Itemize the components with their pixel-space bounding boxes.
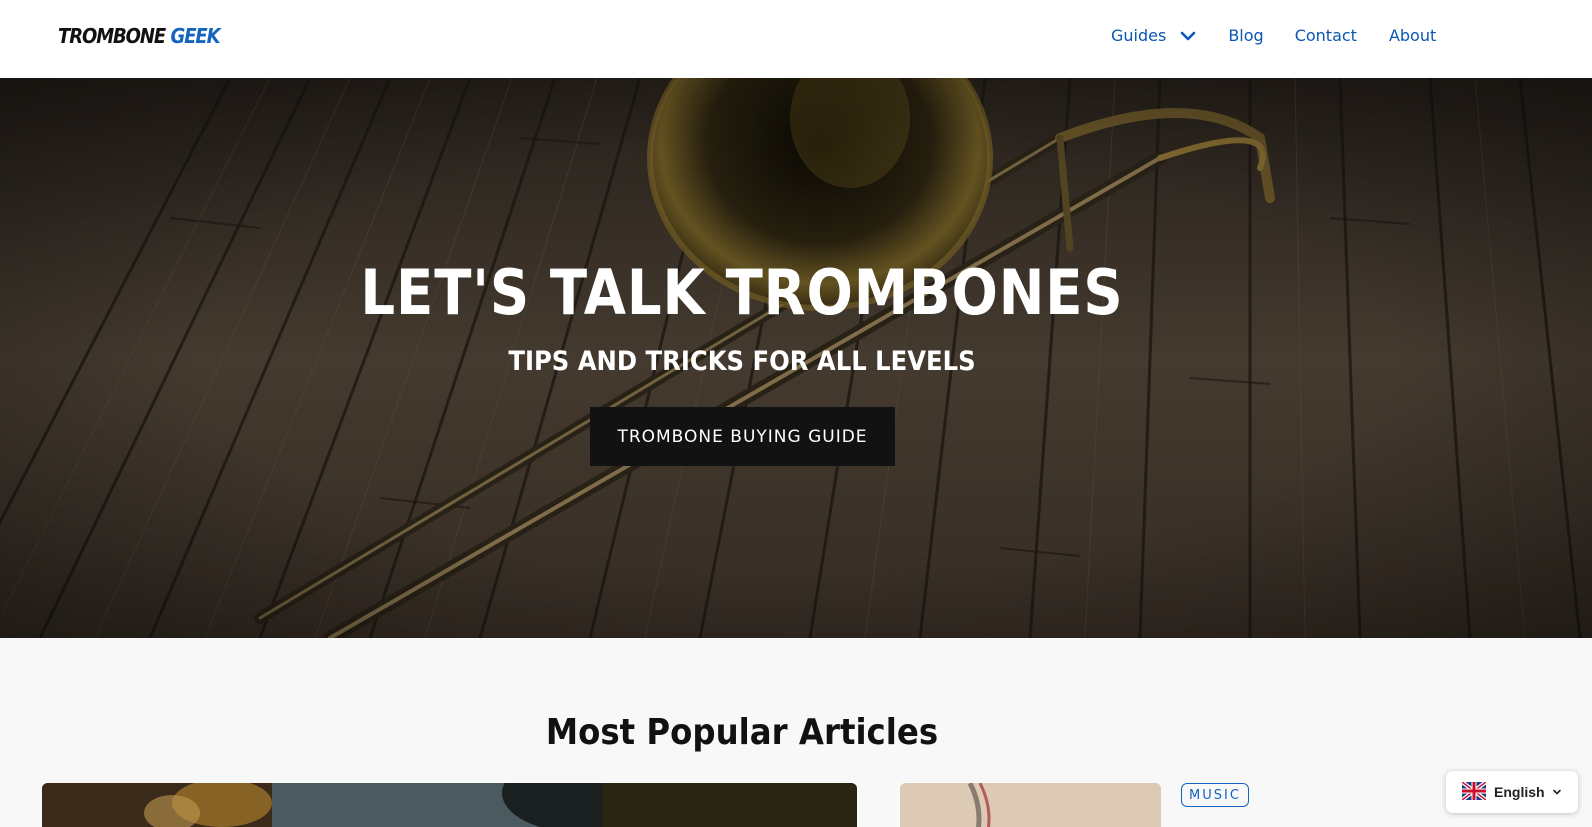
featured-article-image[interactable]	[42, 783, 857, 827]
language-label: English	[1494, 784, 1545, 800]
chevron-down-icon[interactable]	[1180, 28, 1196, 44]
category-badge[interactable]: MUSIC	[1181, 783, 1249, 807]
music-article-thumbnail	[900, 783, 1161, 827]
nav-blog[interactable]: Blog	[1228, 26, 1263, 45]
main-nav: Guides Blog Contact About	[1111, 26, 1436, 45]
logo-text-trombone: TROMBONE	[58, 24, 166, 48]
nav-guides[interactable]: Guides	[1111, 26, 1196, 45]
buying-guide-button[interactable]: TROMBONE BUYING GUIDE	[590, 407, 895, 466]
nav-contact[interactable]: Contact	[1295, 26, 1357, 45]
hero-title: LET'S TALK TROMBONES	[360, 256, 1124, 329]
nav-about[interactable]: About	[1389, 26, 1436, 45]
uk-flag-icon	[1462, 782, 1486, 800]
popular-articles-heading: Most Popular Articles	[545, 712, 939, 753]
music-article-image[interactable]	[900, 783, 1161, 827]
featured-article-thumbnail	[42, 783, 857, 827]
site-header: TROMBONE GEEK Guides Blog Contact About	[0, 0, 1592, 78]
logo-text-geek: GEEK	[170, 24, 221, 48]
hero-subtitle: TIPS AND TRICKS FOR ALL LEVELS	[508, 346, 976, 377]
site-logo[interactable]: TROMBONE GEEK	[58, 24, 221, 48]
chevron-down-icon	[1553, 789, 1561, 795]
nav-guides-label: Guides	[1111, 26, 1167, 45]
hero-banner: LET'S TALK TROMBONES TIPS AND TRICKS FOR…	[0, 78, 1592, 638]
language-switcher[interactable]: English	[1446, 771, 1578, 813]
